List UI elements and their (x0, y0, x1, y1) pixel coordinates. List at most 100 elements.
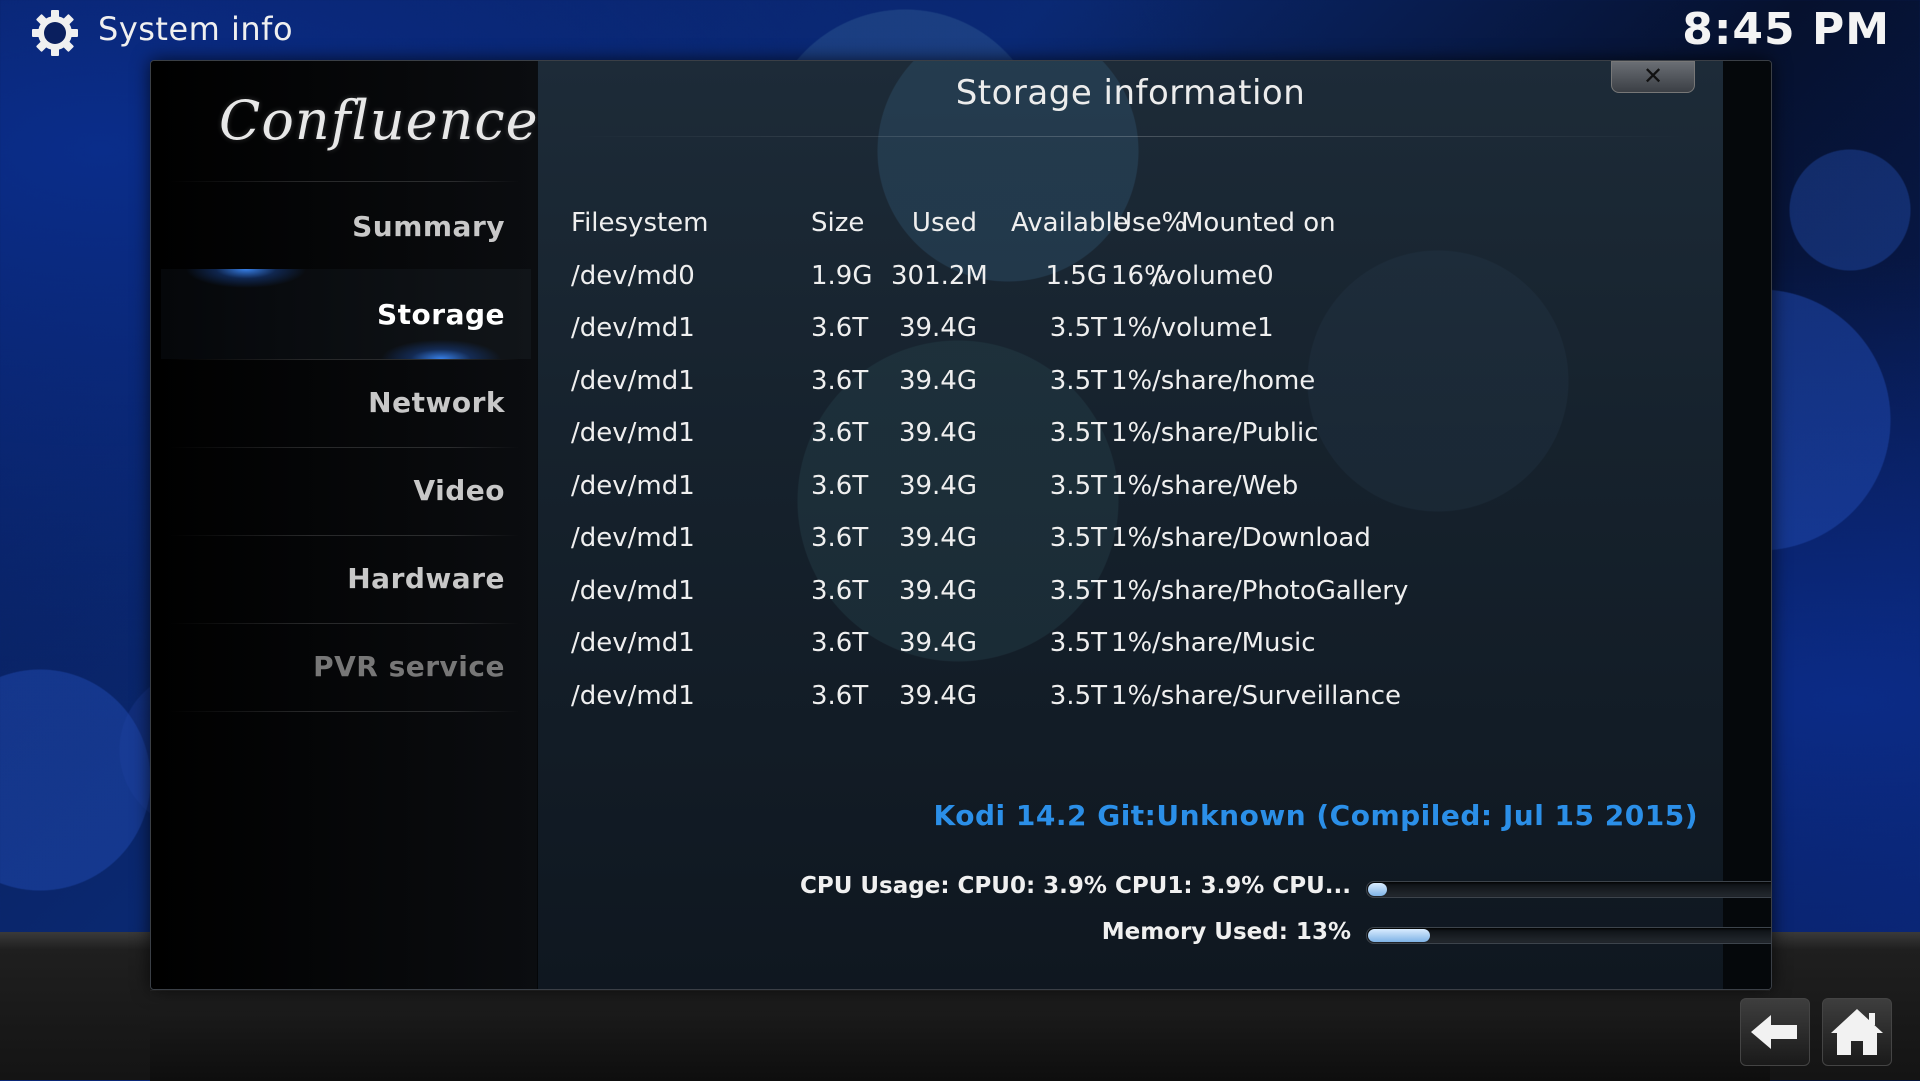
sidebar-separator (169, 181, 519, 182)
gear-icon (30, 8, 80, 58)
cell-size: 3.6T (811, 365, 869, 396)
cell-available: 1.5G (1045, 260, 1108, 291)
cell-used: 39.4G (898, 418, 977, 448)
sidebar-item-network[interactable]: Network (175, 359, 505, 447)
cell-filesystem: /dev/md1 (571, 313, 695, 343)
storage-table: Filesystem Size Used Available Use% Moun… (571, 197, 1671, 722)
cell-mounted-on: /share/Download (1152, 523, 1371, 553)
sidebar-item-video[interactable]: Video (175, 447, 505, 535)
sidebar-item-pvr-service[interactable]: PVR service (175, 623, 505, 711)
cell-filesystem: /dev/md1 (571, 680, 695, 711)
back-button[interactable] (1740, 998, 1810, 1066)
cell-use-percent: 1% (1111, 575, 1153, 606)
table-row: /dev/md1 3.6T 39.4G 3.5T 1%/volume1 (571, 302, 1671, 355)
header-filesystem: Filesystem (571, 208, 709, 238)
table-row: /dev/md1 3.6T 39.4G 3.5T 1%/share/Surveillan… (571, 670, 1671, 723)
sidebar-item-hardware[interactable]: Hardware (175, 535, 505, 623)
header-mounted-on: Mounted on (1181, 208, 1336, 238)
window-title: System info (98, 10, 294, 48)
cell-mounted-on: /volume0 (1152, 260, 1274, 291)
table-row: /dev/md1 3.6T 39.4G 3.5T 1%/share/PhotoGalle… (571, 565, 1671, 618)
cell-available: 3.5T (1049, 575, 1107, 606)
cell-use-percent: 1% (1111, 313, 1153, 343)
cell-mounted-on: /share/Public (1152, 418, 1319, 448)
memory-used-bar (1366, 927, 1771, 944)
header-available: Available (1011, 208, 1129, 238)
bottom-bar-inner (150, 990, 1770, 1081)
header-used: Used (911, 208, 977, 238)
cell-filesystem: /dev/md1 (571, 470, 695, 501)
cell-mounted-on: /volume1 (1152, 313, 1274, 343)
cell-use-percent: 1% (1111, 418, 1153, 448)
system-info-dialog: Confluence Summary Storage Network Video… (150, 60, 1772, 990)
cell-available: 3.5T (1049, 680, 1107, 711)
home-button[interactable] (1822, 998, 1892, 1066)
cell-filesystem: /dev/md1 (571, 418, 695, 448)
dialog-edge (1723, 61, 1771, 989)
cell-mounted-on: /share/Surveillance (1152, 680, 1402, 711)
clock: 8:45 PM (1682, 4, 1890, 55)
cell-available: 3.5T (1049, 470, 1107, 501)
cell-filesystem: /dev/md1 (571, 365, 695, 396)
cell-used: 39.4G (898, 365, 977, 396)
cell-available: 3.5T (1049, 418, 1107, 448)
cell-size: 3.6T (811, 575, 869, 606)
sidebar-separator (169, 711, 519, 712)
cell-size: 3.6T (811, 313, 869, 343)
cell-size: 1.9G (811, 260, 873, 291)
table-row: /dev/md1 3.6T 39.4G 3.5T 1%/share/Download (571, 512, 1671, 565)
cell-used: 39.4G (898, 470, 977, 501)
table-row: /dev/md1 3.6T 39.4G 3.5T 1%/share/Music (571, 617, 1671, 670)
cell-used: 39.4G (898, 523, 977, 553)
cell-mounted-on: /share/Music (1152, 628, 1316, 658)
version-text: Kodi 14.2 Git:Unknown (Compiled: Jul 15 … (933, 799, 1698, 832)
confluence-logo: Confluence (219, 89, 539, 152)
cell-size: 3.6T (811, 418, 869, 448)
cell-filesystem: /dev/md0 (571, 260, 695, 291)
cell-available: 3.5T (1049, 523, 1107, 553)
cell-used: 39.4G (898, 628, 977, 658)
cell-mounted-on: /share/home (1152, 365, 1316, 396)
cell-filesystem: /dev/md1 (571, 628, 695, 658)
table-row: /dev/md1 3.6T 39.4G 3.5T 1%/share/Public (571, 407, 1671, 460)
cell-filesystem: /dev/md1 (571, 523, 695, 553)
cell-size: 3.6T (811, 523, 869, 553)
sidebar-item-storage[interactable]: Storage (175, 271, 505, 359)
cell-filesystem: /dev/md1 (571, 575, 695, 606)
cell-use-percent: 1% (1111, 470, 1153, 501)
sidebar: Confluence Summary Storage Network Video… (151, 61, 539, 989)
cell-available: 3.5T (1049, 313, 1107, 343)
table-row: /dev/md1 3.6T 39.4G 3.5T 1%/share/Web (571, 460, 1671, 513)
memory-used-fill (1368, 929, 1430, 942)
cpu-usage-label: CPU Usage: CPU0: 3.9% CPU1: 3.9% CPU... (799, 873, 1351, 899)
table-row: /dev/md1 3.6T 39.4G 3.5T 1%/share/home (571, 355, 1671, 408)
dialog-title: Storage information (955, 73, 1306, 113)
cell-available: 3.5T (1049, 365, 1107, 396)
header-size: Size (811, 208, 865, 238)
cell-use-percent: 1% (1111, 680, 1153, 711)
table-header-row: Filesystem Size Used Available Use% Moun… (571, 197, 1671, 250)
title-separator (571, 136, 1691, 137)
memory-used-label: Memory Used: 13% (1101, 919, 1351, 945)
cell-use-percent: 1% (1111, 628, 1153, 658)
sidebar-item-summary[interactable]: Summary (175, 183, 505, 271)
cell-used: 39.4G (898, 575, 977, 606)
cell-use-percent: 1% (1111, 523, 1153, 553)
cell-available: 3.5T (1049, 628, 1107, 658)
table-row: /dev/md0 1.9G 301.2M 1.5G 16%/volume0 (571, 250, 1671, 303)
home-icon (1831, 1009, 1883, 1055)
cell-used: 301.2M (891, 260, 988, 291)
cell-use-percent: 1% (1111, 365, 1153, 396)
cpu-usage-fill (1368, 883, 1387, 896)
cell-used: 39.4G (898, 313, 977, 343)
cell-size: 3.6T (811, 470, 869, 501)
close-button[interactable]: ✕ (1611, 61, 1695, 93)
close-icon: ✕ (1642, 62, 1664, 90)
cell-mounted-on: /share/PhotoGallery (1152, 575, 1409, 606)
header-use-percent: Use% (1113, 208, 1187, 238)
cell-size: 3.6T (811, 680, 869, 711)
cell-size: 3.6T (811, 628, 869, 658)
back-arrow-icon (1751, 1015, 1797, 1049)
cpu-usage-bar (1366, 881, 1771, 898)
cell-mounted-on: /share/Web (1152, 470, 1299, 501)
